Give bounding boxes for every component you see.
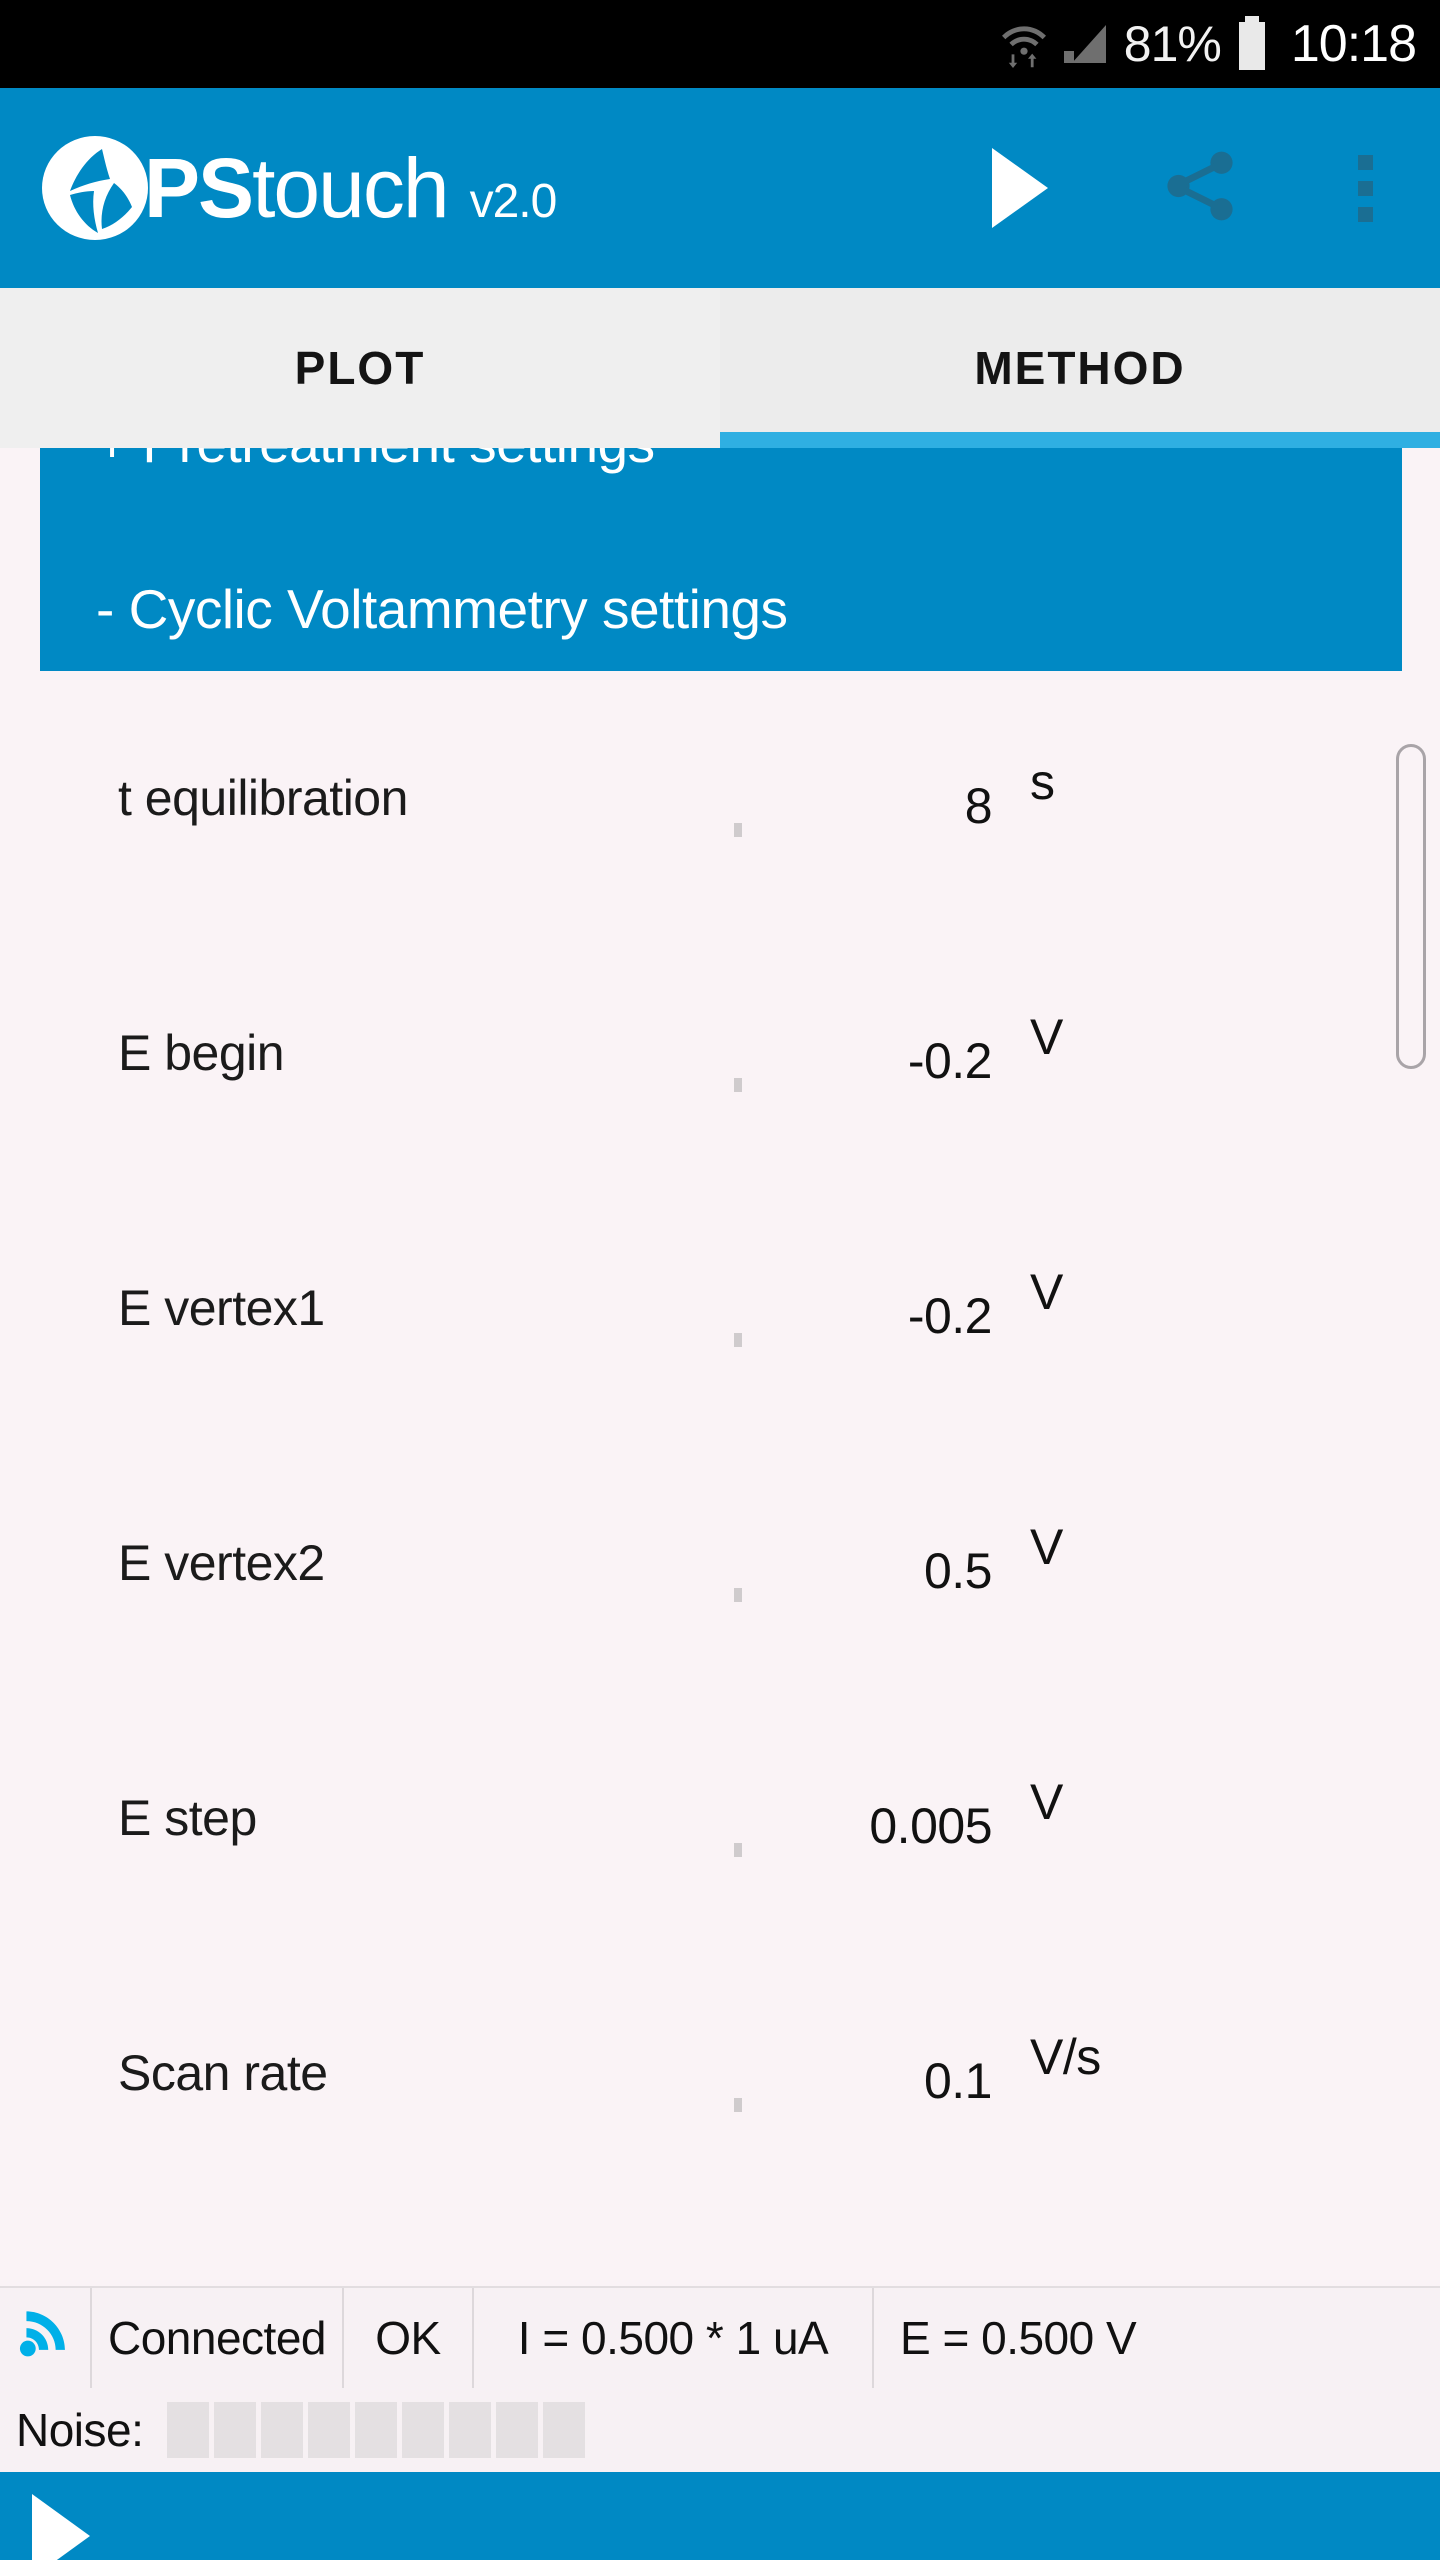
- connection-status-icon-cell: [0, 2288, 92, 2388]
- battery-icon: [1235, 16, 1269, 72]
- noise-indicator-row: Noise:: [0, 2388, 1440, 2472]
- brand-prefix: PS: [144, 141, 254, 235]
- noise-segment: [261, 2402, 304, 2458]
- unit-e-vertex1: V: [1030, 1264, 1063, 1320]
- noise-segment: [355, 2402, 398, 2458]
- noise-segment: [214, 2402, 257, 2458]
- unit-scan-rate: V/s: [1030, 2029, 1101, 2085]
- current-reading-label: I = 0.500 * 1 uA: [474, 2288, 874, 2388]
- unit-e-step: V: [1030, 1774, 1063, 1830]
- app-bar: PStouch v2.0: [0, 88, 1440, 288]
- app-branding: PStouch v2.0: [0, 133, 558, 243]
- unit-e-begin: V: [1030, 1009, 1063, 1065]
- brand-suffix: touch: [252, 141, 449, 235]
- input-e-begin[interactable]: -0.2: [734, 1030, 1006, 1092]
- value-e-step: 0.005: [869, 1798, 992, 1854]
- pstouch-logo-icon: [40, 133, 150, 243]
- label-e-begin: E begin: [118, 1025, 285, 1081]
- field-row-e-vertex2: E vertex2 0.5 V: [0, 1500, 1440, 1755]
- noise-label: Noise:: [16, 2404, 144, 2456]
- potential-reading-label: E = 0.500 V: [900, 2312, 1137, 2364]
- bottom-action-bar: [0, 2472, 1440, 2560]
- wifi-transfer-icon: [1000, 18, 1048, 70]
- noise-segment: [167, 2402, 210, 2458]
- label-e-vertex2: E vertex2: [118, 1535, 325, 1591]
- cyclic-voltammetry-form: t equilibration 8 s E begin -0.2 V E ver…: [0, 671, 1440, 2286]
- value-e-vertex1: -0.2: [907, 1288, 993, 1344]
- section-pretreatment-label: + Pretreatment settings: [96, 448, 655, 474]
- section-pretreatment-settings[interactable]: + Pretreatment settings: [40, 448, 1402, 508]
- input-e-vertex1[interactable]: -0.2: [734, 1285, 1006, 1347]
- app-bar-actions: [930, 88, 1440, 288]
- field-row-e-vertex1: E vertex1 -0.2 V: [0, 1245, 1440, 1500]
- device-status-strip: Connected OK I = 0.500 * 1 uA E = 0.500 …: [0, 2286, 1440, 2388]
- active-tab-indicator: [720, 432, 1440, 448]
- field-row-t-equilibration: t equilibration 8 s: [0, 735, 1440, 990]
- tab-method[interactable]: METHOD: [720, 288, 1440, 448]
- label-t-equilibration: t equilibration: [118, 770, 408, 826]
- app-version: v2.0: [469, 175, 558, 228]
- connection-status-label: Connected: [92, 2288, 344, 2388]
- label-number-of-scans: Number of scans: [0, 2265, 488, 2286]
- share-icon: [1157, 143, 1243, 234]
- device-state-label: OK: [344, 2288, 474, 2388]
- tab-bar: PLOT METHOD: [0, 288, 1440, 457]
- settings-sections-panel: + Pretreatment settings - Cyclic Voltamm…: [40, 448, 1402, 671]
- tab-plot[interactable]: PLOT: [0, 288, 720, 457]
- section-cyclic-voltammetry-settings[interactable]: - Cyclic Voltammetry settings: [40, 582, 1402, 637]
- label-scan-rate: Scan rate: [118, 2045, 328, 2101]
- battery-percent: 81%: [1123, 16, 1222, 72]
- section-cyclic-voltammetry-label: - Cyclic Voltammetry settings: [96, 578, 788, 640]
- noise-segment: [308, 2402, 351, 2458]
- noise-segment: [402, 2402, 445, 2458]
- noise-segment: [496, 2402, 539, 2458]
- noise-level-meter: [167, 2402, 586, 2458]
- value-t-equilibration: 8: [964, 778, 993, 834]
- unit-t-equilibration: s: [1030, 754, 1055, 810]
- field-row-number-of-scans: Number of scans 3: [0, 2265, 1440, 2286]
- value-e-vertex2: 0.5: [923, 1543, 993, 1599]
- input-e-vertex2[interactable]: 0.5: [734, 1540, 1006, 1602]
- input-t-equilibration[interactable]: 8: [734, 775, 1006, 837]
- label-e-vertex1: E vertex1: [118, 1280, 325, 1336]
- overflow-menu-icon: [1357, 154, 1373, 222]
- play-icon: [992, 148, 1048, 228]
- method-settings-content: + Pretreatment settings - Cyclic Voltamm…: [0, 448, 1440, 2286]
- vertical-scrollbar[interactable]: [1396, 448, 1432, 2286]
- system-status-bar: 81% 10:18: [0, 0, 1440, 88]
- tab-method-label: METHOD: [974, 342, 1186, 394]
- unit-e-vertex2: V: [1030, 1519, 1063, 1575]
- field-row-scan-rate: Scan rate 0.1 V/s: [0, 2010, 1440, 2265]
- noise-segment: [449, 2402, 492, 2458]
- app-title: PStouch: [144, 146, 450, 230]
- label-e-step: E step: [118, 1790, 257, 1846]
- tab-plot-label: PLOT: [294, 342, 426, 394]
- scrollbar-thumb[interactable]: [1396, 744, 1426, 1069]
- field-row-e-begin: E begin -0.2 V: [0, 990, 1440, 1245]
- share-button[interactable]: [1110, 88, 1290, 288]
- overflow-menu-button[interactable]: [1290, 88, 1440, 288]
- value-e-begin: -0.2: [907, 1033, 993, 1089]
- field-row-e-step: E step 0.005 V: [0, 1755, 1440, 2010]
- input-e-step[interactable]: 0.005: [734, 1795, 1006, 1857]
- value-scan-rate: 0.1: [923, 2053, 993, 2109]
- cellular-signal-icon: [1062, 21, 1110, 67]
- input-scan-rate[interactable]: 0.1: [734, 2050, 1006, 2112]
- run-measurement-button[interactable]: [930, 88, 1110, 288]
- clock-time: 10:18: [1290, 15, 1417, 73]
- noise-segment: [543, 2402, 586, 2458]
- play-icon[interactable]: [32, 2494, 90, 2560]
- signal-connected-icon: [17, 2304, 73, 2373]
